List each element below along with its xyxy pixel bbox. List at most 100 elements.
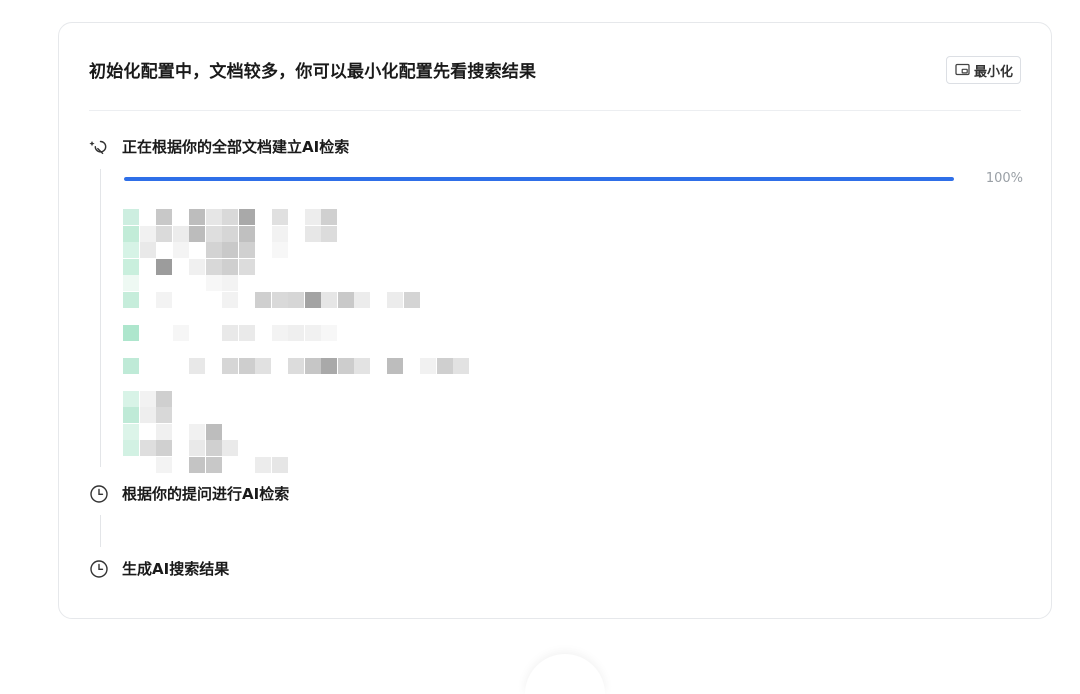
redacted-pixel bbox=[238, 258, 255, 275]
redacted-pixel bbox=[222, 225, 238, 242]
redacted-pixel bbox=[222, 275, 238, 291]
step-ai-search: 根据你的提问进行AI检索 bbox=[89, 483, 289, 504]
redacted-pixel bbox=[205, 225, 222, 242]
redacted-pixel bbox=[255, 291, 271, 308]
redacted-pixel bbox=[321, 357, 337, 374]
redacted-pixel bbox=[304, 357, 321, 374]
redacted-pixel bbox=[304, 209, 321, 225]
redacted-pixel bbox=[139, 242, 156, 258]
redacted-pixel bbox=[387, 291, 403, 308]
redacted-pixel bbox=[156, 209, 172, 225]
redacted-pixel bbox=[238, 225, 255, 242]
redacted-pixel bbox=[205, 440, 222, 456]
redacted-pixel bbox=[288, 324, 304, 341]
dialog-title: 初始化配置中，文档较多，你可以最小化配置先看搜索结果 bbox=[89, 62, 537, 82]
redacted-pixel bbox=[238, 209, 255, 225]
redacted-pixel bbox=[222, 440, 238, 456]
redacted-pixel bbox=[321, 291, 337, 308]
redacted-pixel bbox=[222, 209, 238, 225]
redacted-pixel bbox=[222, 324, 238, 341]
magic-wand-icon bbox=[89, 137, 109, 157]
clock-icon bbox=[89, 559, 109, 579]
redacted-pixel bbox=[271, 291, 288, 308]
redacted-pixel bbox=[420, 357, 436, 374]
step-generate-results: 生成AI搜索结果 bbox=[89, 558, 229, 579]
step-build-index: 正在根据你的全部文档建立AI检索 bbox=[89, 136, 349, 157]
redacted-pixel bbox=[205, 209, 222, 225]
redacted-pixel bbox=[271, 209, 288, 225]
redacted-pixel bbox=[321, 209, 337, 225]
redacted-pixel bbox=[139, 390, 156, 407]
redacted-pixel bbox=[321, 225, 337, 242]
redacted-pixel bbox=[172, 242, 189, 258]
redacted-pixel bbox=[172, 225, 189, 242]
redacted-pixel bbox=[172, 324, 189, 341]
redacted-pixel bbox=[387, 357, 403, 374]
redacted-pixel bbox=[139, 440, 156, 456]
redacted-pixel bbox=[453, 357, 469, 374]
redacted-pixel bbox=[238, 357, 255, 374]
step-label: 正在根据你的全部文档建立AI检索 bbox=[122, 138, 350, 156]
minimize-label: 最小化 bbox=[973, 64, 1013, 80]
redacted-pixel bbox=[156, 423, 172, 440]
progress-bar bbox=[124, 177, 954, 181]
redacted-pixel bbox=[123, 209, 139, 225]
redacted-pixel bbox=[139, 407, 156, 423]
redacted-pixel bbox=[321, 324, 337, 341]
redacted-pixel bbox=[139, 225, 156, 242]
index-setup-card: 初始化配置中，文档较多，你可以最小化配置先看搜索结果 最小化 正在根据你的全部文… bbox=[58, 22, 1052, 619]
step-connector bbox=[100, 515, 101, 547]
step-connector bbox=[100, 169, 101, 467]
redacted-pixel bbox=[205, 456, 222, 473]
redacted-pixel bbox=[304, 225, 321, 242]
redacted-pixel bbox=[238, 242, 255, 258]
minimize-icon bbox=[955, 63, 971, 77]
redacted-pixel bbox=[189, 258, 205, 275]
floating-button-edge bbox=[525, 654, 605, 694]
redacted-pixel bbox=[255, 357, 271, 374]
redacted-pixel bbox=[123, 390, 139, 407]
redacted-pixel bbox=[123, 423, 139, 440]
progress-percent: 100% bbox=[985, 171, 1023, 186]
redacted-pixel bbox=[156, 390, 172, 407]
redacted-pixel bbox=[189, 209, 205, 225]
redacted-pixel bbox=[123, 258, 139, 275]
step-label: 生成AI搜索结果 bbox=[122, 560, 230, 578]
redacted-pixel bbox=[189, 440, 205, 456]
redacted-pixel bbox=[156, 258, 172, 275]
redacted-pixel bbox=[205, 242, 222, 258]
redacted-pixel bbox=[205, 275, 222, 291]
redacted-pixel bbox=[189, 225, 205, 242]
redacted-pixel bbox=[156, 456, 172, 473]
redacted-pixel bbox=[156, 440, 172, 456]
redacted-pixel bbox=[123, 242, 139, 258]
redacted-pixel bbox=[189, 357, 205, 374]
redacted-pixel bbox=[205, 258, 222, 275]
redacted-pixel bbox=[436, 357, 453, 374]
progress-bar-fill bbox=[124, 177, 954, 181]
redacted-pixel bbox=[123, 291, 139, 308]
redacted-pixel bbox=[222, 242, 238, 258]
redacted-pixel bbox=[222, 291, 238, 308]
redacted-pixel bbox=[304, 324, 321, 341]
minimize-button[interactable]: 最小化 bbox=[945, 56, 1021, 84]
redacted-pixel bbox=[222, 357, 238, 374]
redacted-pixel bbox=[238, 324, 255, 341]
redacted-pixel bbox=[271, 242, 288, 258]
redacted-pixel bbox=[288, 291, 304, 308]
redacted-pixel bbox=[156, 291, 172, 308]
redacted-pixel bbox=[354, 291, 370, 308]
redacted-pixel bbox=[255, 456, 271, 473]
redacted-pixel bbox=[123, 407, 139, 423]
redacted-pixel bbox=[271, 456, 288, 473]
redacted-pixel bbox=[123, 440, 139, 456]
redacted-pixel bbox=[123, 324, 139, 341]
step-label: 根据你的提问进行AI检索 bbox=[122, 485, 290, 503]
card-header: 初始化配置中，文档较多，你可以最小化配置先看搜索结果 最小化 bbox=[89, 23, 1021, 111]
redacted-pixel bbox=[403, 291, 420, 308]
redacted-pixel bbox=[189, 456, 205, 473]
redacted-pixel bbox=[205, 423, 222, 440]
redacted-pixel bbox=[337, 357, 354, 374]
redacted-pixel bbox=[222, 258, 238, 275]
redacted-pixel bbox=[123, 275, 139, 291]
